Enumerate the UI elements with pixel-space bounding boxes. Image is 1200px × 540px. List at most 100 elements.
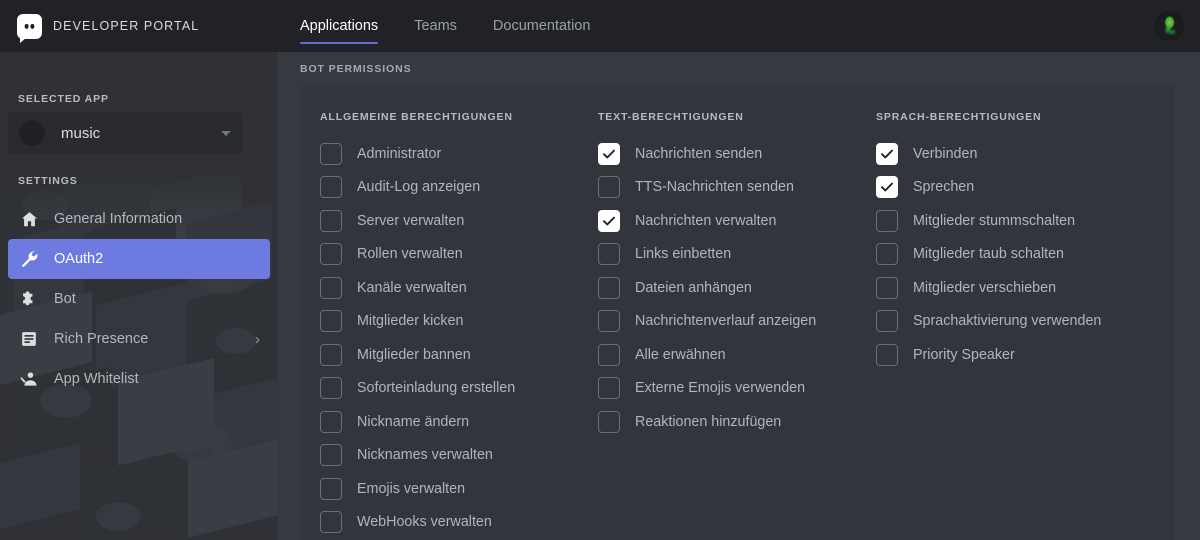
permission-row[interactable]: Nachrichtenverlauf anzeigen — [598, 305, 876, 339]
permission-label: Rollen verwalten — [357, 246, 463, 262]
permission-label: Nachrichten verwalten — [635, 213, 776, 229]
permission-row[interactable]: TTS-Nachrichten senden — [598, 171, 876, 205]
background-shape — [170, 422, 232, 463]
permission-label: Alle erwähnen — [635, 347, 726, 363]
sidebar-item-general-information[interactable]: General Information — [8, 199, 270, 239]
sidebar-item-app-whitelist[interactable]: App Whitelist — [8, 359, 270, 399]
checkbox-unchecked-icon[interactable] — [876, 243, 898, 265]
sidebar-item-bot[interactable]: Bot — [8, 279, 270, 319]
checkbox-unchecked-icon[interactable] — [876, 277, 898, 299]
app-selector[interactable]: music — [8, 112, 242, 154]
check-icon — [880, 147, 894, 161]
permission-row[interactable]: Dateien anhängen — [598, 271, 876, 305]
permission-row[interactable]: Reaktionen hinzufügen — [598, 405, 876, 439]
sidebar-item-rich-presence[interactable]: Rich Presence › — [8, 319, 270, 359]
permission-row[interactable]: Mitglieder taub schalten — [876, 238, 1154, 272]
permission-row[interactable]: Administrator — [320, 137, 598, 171]
permission-row[interactable]: Mitglieder bannen — [320, 338, 598, 372]
permission-label: Nachrichtenverlauf anzeigen — [635, 313, 816, 329]
checkbox-unchecked-icon[interactable] — [320, 210, 342, 232]
permission-column: SPRACH-BERECHTIGUNGENVerbindenSprechenMi… — [876, 111, 1154, 540]
permission-row[interactable]: Kanäle verwalten — [320, 271, 598, 305]
permission-row[interactable]: Nickname ändern — [320, 405, 598, 439]
permission-label: Mitglieder verschieben — [913, 280, 1056, 296]
checkbox-unchecked-icon[interactable] — [598, 176, 620, 198]
permission-row[interactable]: Links einbetten — [598, 238, 876, 272]
brand[interactable]: DEVELOPER PORTAL — [0, 14, 278, 39]
checkbox-unchecked-icon[interactable] — [320, 377, 342, 399]
tab-documentation[interactable]: Documentation — [493, 0, 591, 52]
checkbox-unchecked-icon[interactable] — [320, 277, 342, 299]
app-selector-value: music — [61, 125, 100, 142]
checkbox-unchecked-icon[interactable] — [876, 310, 898, 332]
permission-row[interactable]: Priority Speaker — [876, 338, 1154, 372]
checkbox-unchecked-icon[interactable] — [320, 176, 342, 198]
tab-applications[interactable]: Applications — [300, 0, 378, 52]
permission-label: Nicknames verwalten — [357, 447, 493, 463]
sidebar-item-label: General Information — [54, 211, 182, 227]
permission-row[interactable]: Soforteinladung erstellen — [320, 372, 598, 406]
permission-row[interactable]: Audit-Log anzeigen — [320, 171, 598, 205]
checkbox-unchecked-icon[interactable] — [320, 143, 342, 165]
avatar[interactable] — [1154, 11, 1184, 41]
avatar-image — [1154, 11, 1184, 41]
permission-row[interactable]: Nachrichten verwalten — [598, 204, 876, 238]
checkbox-checked-icon[interactable] — [876, 143, 898, 165]
checkbox-unchecked-icon[interactable] — [320, 243, 342, 265]
permission-row[interactable]: Mitglieder stummschalten — [876, 204, 1154, 238]
permission-label: Reaktionen hinzufügen — [635, 414, 781, 430]
wrench-icon — [18, 248, 40, 270]
permission-label: Dateien anhängen — [635, 280, 752, 296]
checkbox-unchecked-icon[interactable] — [598, 277, 620, 299]
checkbox-unchecked-icon[interactable] — [320, 344, 342, 366]
sidebar-item-oauth2[interactable]: OAuth2 — [8, 239, 270, 279]
checkbox-unchecked-icon[interactable] — [876, 344, 898, 366]
checkbox-unchecked-icon[interactable] — [320, 444, 342, 466]
permission-row[interactable]: Sprechen — [876, 171, 1154, 205]
puzzle-icon — [18, 288, 40, 310]
person-check-icon — [18, 368, 40, 390]
permission-row[interactable]: Nachrichten senden — [598, 137, 876, 171]
permission-label: Priority Speaker — [913, 347, 1015, 363]
permission-label: Administrator — [357, 146, 441, 162]
permission-row[interactable]: Rollen verwalten — [320, 238, 598, 272]
checkbox-unchecked-icon[interactable] — [598, 377, 620, 399]
sidebar-nav-list: General Information OAuth2 Bot — [0, 199, 278, 399]
permission-column-title: ALLGEMEINE BERECHTIGUNGEN — [320, 111, 598, 123]
permission-row[interactable]: Sprachaktivierung verwenden — [876, 305, 1154, 339]
permission-row[interactable]: Mitglieder kicken — [320, 305, 598, 339]
permission-row[interactable]: WebHooks verwalten — [320, 506, 598, 540]
permission-row[interactable]: Nicknames verwalten — [320, 439, 598, 473]
check-icon — [602, 214, 616, 228]
sidebar-item-label: Rich Presence — [54, 331, 148, 347]
checkbox-unchecked-icon[interactable] — [320, 310, 342, 332]
app-avatar-icon — [19, 120, 45, 146]
checkbox-checked-icon[interactable] — [598, 210, 620, 232]
checkbox-unchecked-icon[interactable] — [598, 310, 620, 332]
permission-label: Audit-Log anzeigen — [357, 179, 480, 195]
checkbox-unchecked-icon[interactable] — [876, 210, 898, 232]
sidebar-item-label: OAuth2 — [54, 251, 103, 267]
checkbox-unchecked-icon[interactable] — [320, 511, 342, 533]
permission-row[interactable]: Server verwalten — [320, 204, 598, 238]
permission-column-title: SPRACH-BERECHTIGUNGEN — [876, 111, 1154, 123]
checkbox-unchecked-icon[interactable] — [320, 478, 342, 500]
checkbox-checked-icon[interactable] — [876, 176, 898, 198]
list-icon — [18, 328, 40, 350]
permission-row[interactable]: Externe Emojis verwenden — [598, 372, 876, 406]
permission-row[interactable]: Mitglieder verschieben — [876, 271, 1154, 305]
permission-row[interactable]: Verbinden — [876, 137, 1154, 171]
checkbox-unchecked-icon[interactable] — [598, 344, 620, 366]
main-nav: Applications Teams Documentation — [300, 0, 590, 52]
permission-label: Kanäle verwalten — [357, 280, 467, 296]
checkbox-unchecked-icon[interactable] — [598, 243, 620, 265]
checkbox-unchecked-icon[interactable] — [320, 411, 342, 433]
checkbox-unchecked-icon[interactable] — [598, 411, 620, 433]
permission-row[interactable]: Alle erwähnen — [598, 338, 876, 372]
sidebar-item-label: App Whitelist — [54, 371, 139, 387]
permission-label: Mitglieder taub schalten — [913, 246, 1064, 262]
permission-column-title: TEXT-BERECHTIGUNGEN — [598, 111, 876, 123]
checkbox-checked-icon[interactable] — [598, 143, 620, 165]
tab-teams[interactable]: Teams — [414, 0, 457, 52]
permission-row[interactable]: Emojis verwalten — [320, 472, 598, 506]
